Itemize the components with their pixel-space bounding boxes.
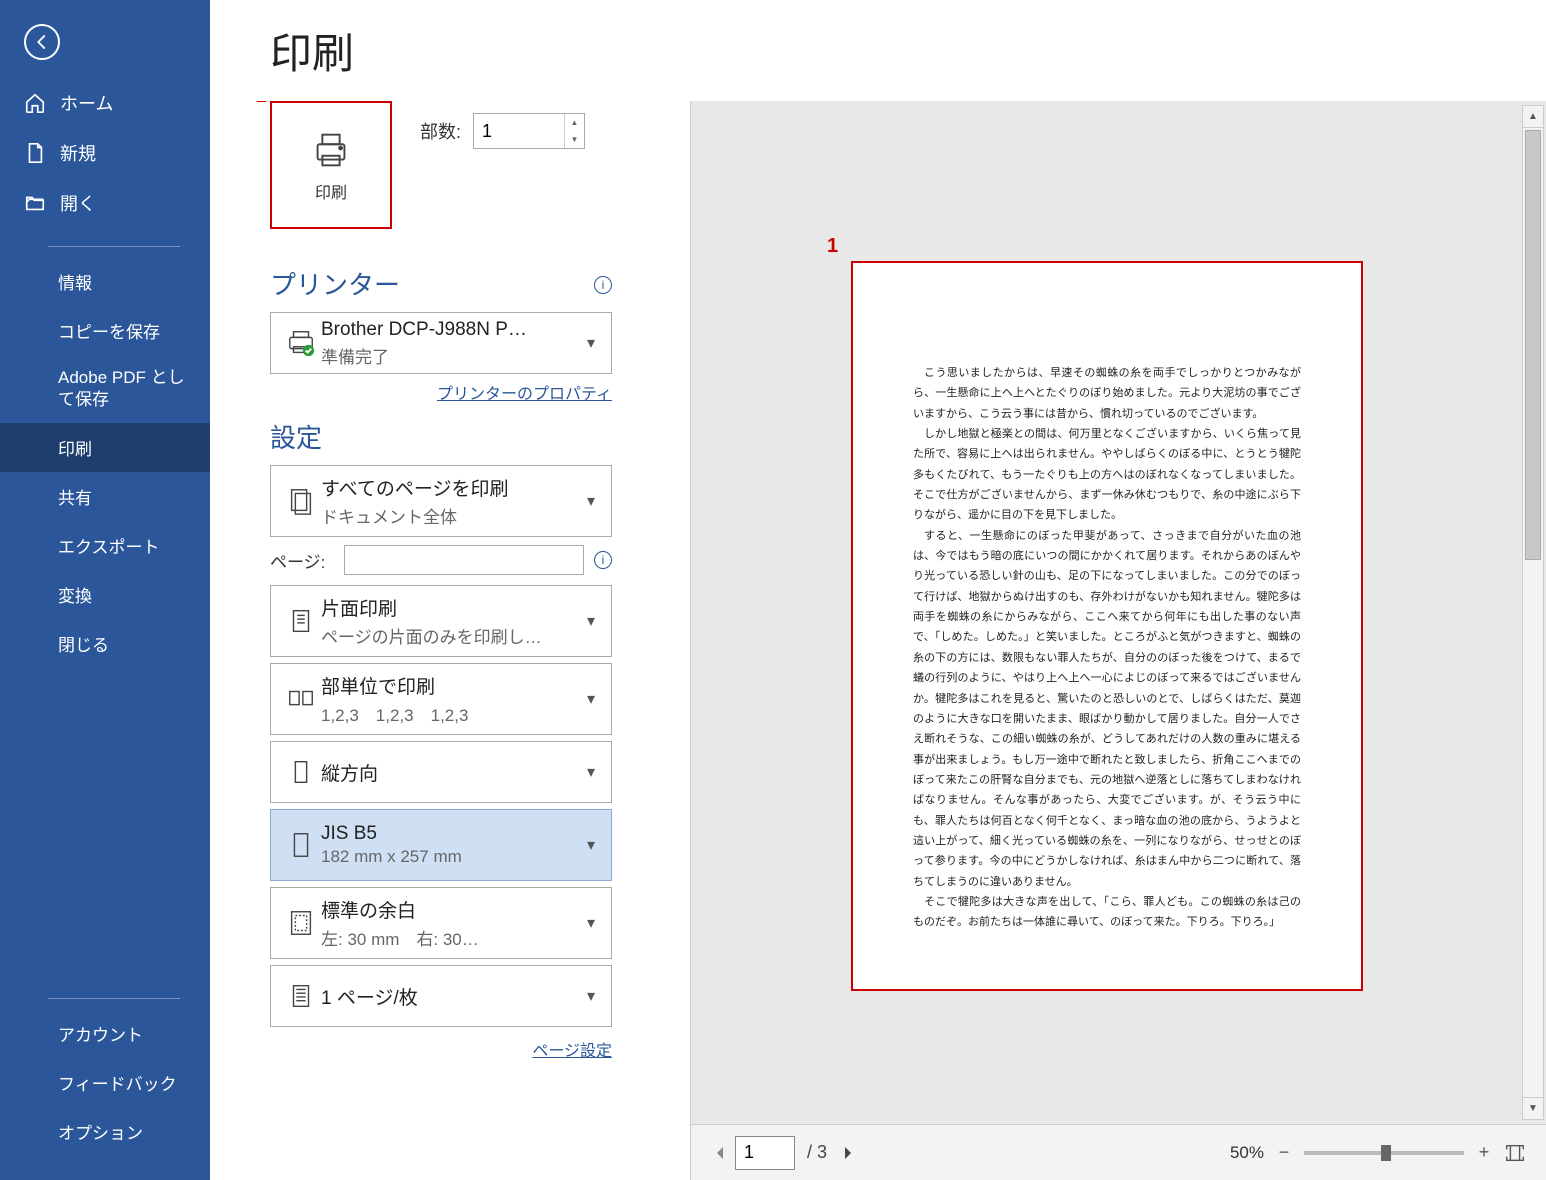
preview-statusbar: / 3 50% − + — [691, 1124, 1546, 1180]
setting-collate[interactable]: 部単位で印刷1,2,3 1,2,3 1,2,3 ▾ — [270, 663, 612, 735]
sidebar-label: 開く — [60, 190, 96, 216]
setting-pages-per-sheet[interactable]: 1 ページ/枚 ▾ — [270, 965, 612, 1027]
chevron-down-icon: ▾ — [581, 762, 601, 782]
zoom-in-button[interactable]: + — [1474, 1143, 1494, 1163]
print-button[interactable]: 2 印刷 — [270, 101, 392, 229]
sheet-icon — [281, 981, 321, 1011]
chevron-down-icon: ▾ — [581, 835, 601, 855]
prev-page-button[interactable] — [711, 1144, 729, 1162]
print-settings-panel: 2 印刷 部数: 1 ▲▼ プリンター — [210, 101, 690, 1180]
sidebar-label: 新規 — [60, 140, 96, 166]
printer-status-icon — [281, 328, 321, 358]
page-setup-link[interactable]: ページ設定 — [532, 1043, 612, 1060]
sidebar-item-save-pdf[interactable]: Adobe PDF として保存 — [0, 355, 210, 423]
setting-print-range[interactable]: すべてのページを印刷ドキュメント全体 ▾ — [270, 465, 612, 537]
zoom-to-page-button[interactable] — [1504, 1142, 1526, 1164]
setting-duplex[interactable]: 片面印刷ページの片面のみを印刷し… ▾ — [270, 585, 612, 657]
sidebar-item-open[interactable]: 開く — [0, 178, 210, 228]
sidebar-item-home[interactable]: ホーム — [0, 78, 210, 128]
sidebar-divider — [48, 998, 180, 999]
sidebar-label: ホーム — [60, 90, 113, 116]
sidebar-item-export[interactable]: エクスポート — [0, 521, 210, 570]
info-icon[interactable]: i — [594, 551, 612, 569]
copies-spinner[interactable]: ▲▼ — [564, 114, 584, 148]
pages-icon — [281, 486, 321, 516]
page-total-label: / 3 — [807, 1142, 827, 1163]
sidebar-item-convert[interactable]: 変換 — [0, 570, 210, 619]
sidebar-item-options[interactable]: オプション — [0, 1107, 210, 1156]
chevron-down-icon: ▾ — [581, 611, 601, 631]
one-side-icon — [281, 606, 321, 636]
annotation-marker-1: 1 — [827, 235, 838, 258]
new-doc-icon — [24, 142, 46, 164]
sidebar-divider — [48, 246, 180, 247]
pages-input[interactable] — [344, 545, 584, 575]
backstage-sidebar: ホーム 新規 開く 情報 コピーを保存 Adobe PDF として保存 印刷 共… — [0, 0, 210, 1180]
printer-properties-link[interactable]: プリンターのプロパティ — [437, 386, 612, 403]
setting-orientation[interactable]: 縦方向 ▾ — [270, 741, 612, 803]
annotation-marker-2: 2 — [256, 101, 267, 108]
copies-input[interactable]: 1 ▲▼ — [473, 113, 585, 149]
printer-icon — [308, 127, 354, 173]
zoom-percent: 50% — [1230, 1143, 1264, 1163]
print-preview: 1 こう思いましたからは、早速その蜘蛛の糸を両手でしっかりとつかみながら、一生懸… — [690, 101, 1546, 1180]
chevron-down-icon: ▾ — [581, 689, 601, 709]
copies-label: 部数: — [420, 118, 461, 144]
chevron-down-icon: ▾ — [581, 913, 601, 933]
setting-papersize[interactable]: JIS B5182 mm x 257 mm ▾ — [270, 809, 612, 881]
sidebar-item-share[interactable]: 共有 — [0, 472, 210, 521]
sidebar-item-feedback[interactable]: フィードバック — [0, 1058, 210, 1107]
setting-margins[interactable]: 標準の余白左: 30 mm 右: 30… ▾ — [270, 887, 612, 959]
print-button-label: 印刷 — [315, 179, 347, 203]
scroll-up-button[interactable]: ▲ — [1523, 106, 1543, 128]
collate-icon — [281, 684, 321, 714]
zoom-slider[interactable] — [1304, 1151, 1464, 1155]
sidebar-item-save-copy[interactable]: コピーを保存 — [0, 306, 210, 355]
scroll-down-button[interactable]: ▼ — [1523, 1097, 1543, 1119]
printer-name: Brother DCP-J988N P… — [321, 319, 581, 341]
chevron-down-icon: ▾ — [581, 491, 601, 511]
sidebar-item-account[interactable]: アカウント — [0, 1009, 210, 1058]
pages-label: ページ: — [270, 548, 334, 573]
page-title: 印刷 — [210, 0, 1546, 101]
settings-section-title: 設定 — [270, 418, 690, 455]
home-icon — [24, 92, 46, 114]
preview-scrollbar[interactable]: ▲ ▼ — [1522, 105, 1544, 1120]
sidebar-item-info[interactable]: 情報 — [0, 257, 210, 306]
printer-section-title: プリンター — [270, 265, 400, 302]
margins-icon — [281, 908, 321, 938]
zoom-out-button[interactable]: − — [1274, 1143, 1294, 1163]
chevron-down-icon: ▾ — [581, 333, 601, 353]
portrait-icon — [281, 757, 321, 787]
page-number-input[interactable] — [735, 1136, 795, 1170]
sidebar-item-print[interactable]: 印刷 — [0, 423, 210, 472]
page-size-icon — [281, 830, 321, 860]
back-button[interactable] — [24, 24, 60, 60]
printer-select[interactable]: Brother DCP-J988N P… 準備完了 ▾ — [270, 312, 612, 374]
printer-status: 準備完了 — [321, 343, 581, 368]
sidebar-item-close[interactable]: 閉じる — [0, 619, 210, 668]
info-icon[interactable]: i — [594, 276, 612, 294]
preview-page: こう思いましたからは、早速その蜘蛛の糸を両手でしっかりとつかみながら、一生懸命に… — [851, 261, 1363, 991]
sidebar-item-new[interactable]: 新規 — [0, 128, 210, 178]
open-folder-icon — [24, 192, 46, 214]
next-page-button[interactable] — [839, 1144, 857, 1162]
scroll-thumb[interactable] — [1525, 130, 1541, 560]
chevron-down-icon: ▾ — [581, 986, 601, 1006]
